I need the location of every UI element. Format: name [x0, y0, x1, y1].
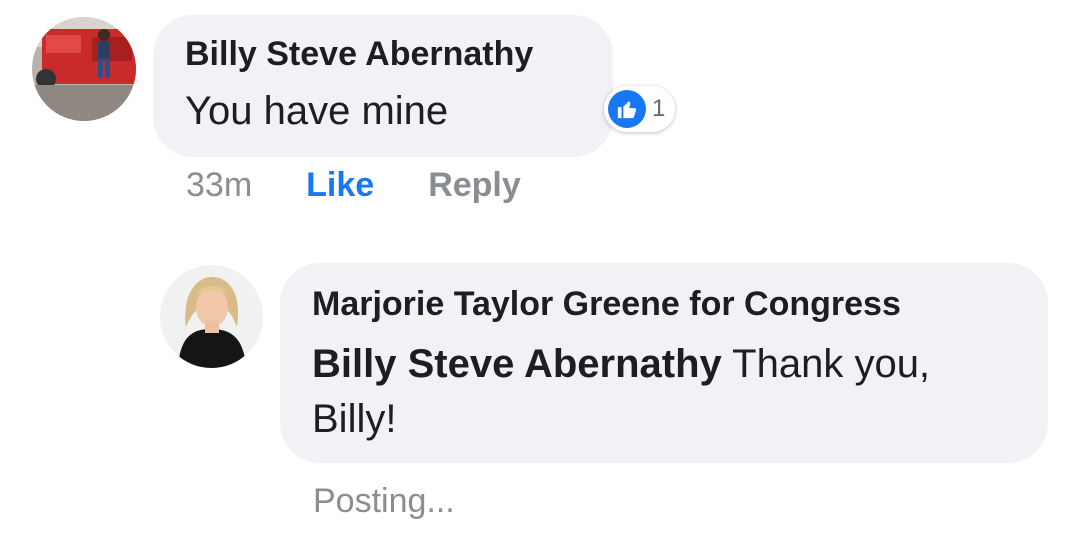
comment-bubble: Billy Steve Abernathy You have mine [153, 15, 613, 157]
reply-bubble: Marjorie Taylor Greene for Congress Bill… [280, 263, 1048, 463]
reply-author[interactable]: Marjorie Taylor Greene for Congress [312, 285, 901, 324]
avatar-billy[interactable] [32, 17, 136, 121]
avatar-photo-icon [160, 265, 263, 368]
reply-mention[interactable]: Billy Steve Abernathy [312, 342, 722, 386]
reaction-summary[interactable]: 1 [604, 86, 676, 132]
comment-thread: Billy Steve Abernathy You have mine 1 33… [0, 0, 1080, 545]
like-button[interactable]: Like [306, 166, 374, 205]
reaction-count: 1 [652, 95, 666, 122]
posting-status: Posting... [313, 482, 455, 520]
comment-actions: 33m Like Reply [186, 166, 521, 205]
reply-button[interactable]: Reply [428, 166, 521, 205]
comment-text: You have mine [185, 89, 449, 133]
thumbs-up-icon [608, 90, 646, 128]
avatar-photo-icon [32, 17, 136, 121]
avatar-mtg[interactable] [160, 265, 263, 368]
reply-text: Billy Steve Abernathy Thank you, Billy! [312, 337, 1012, 447]
comment-timestamp[interactable]: 33m [186, 166, 252, 205]
comment-author[interactable]: Billy Steve Abernathy [185, 35, 533, 74]
